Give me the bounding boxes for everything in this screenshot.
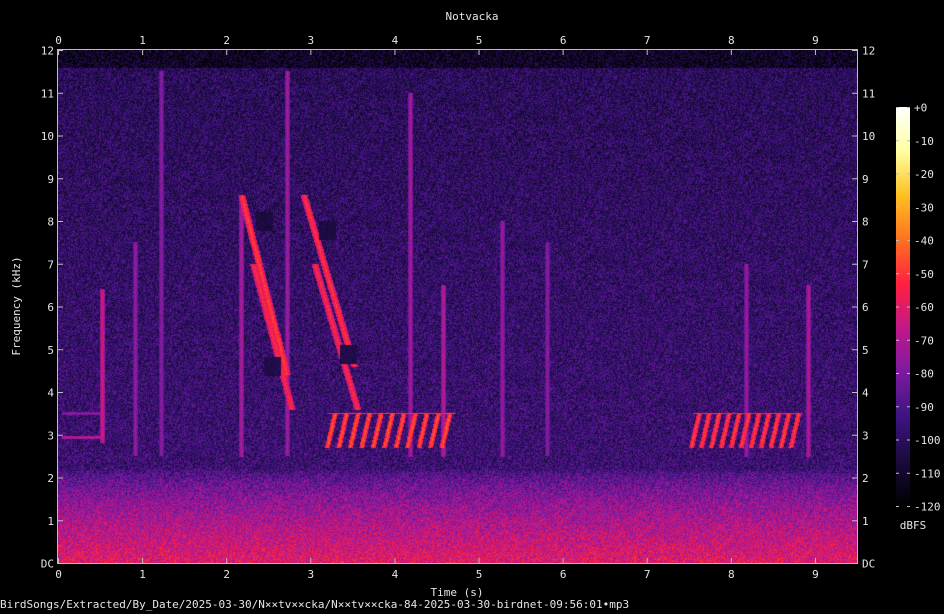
- y-tick-label-right: 6: [862, 301, 869, 314]
- x-tick-label-top: 0: [55, 34, 62, 47]
- y-tick-label-right: 9: [862, 173, 869, 186]
- x-tick-label-top: 9: [812, 34, 819, 47]
- y-tick-label-right: 5: [862, 344, 869, 357]
- spectrogram-chart: 00112233445566778899DC DC1 12 23 34 45 56 67 78 8…: [0, 0, 944, 611]
- x-tick-label-bottom: 7: [644, 568, 651, 581]
- x-tick-label-bottom: 5: [476, 568, 483, 581]
- y-tick-label-right: 7: [862, 258, 869, 271]
- colorbar-tick-label: -70: [914, 334, 934, 347]
- x-tick-label-top: 5: [476, 34, 483, 47]
- x-tick-label-bottom: 1: [139, 568, 146, 581]
- y-tick-label-left: 9: [47, 173, 54, 186]
- x-tick-label-top: 1: [139, 34, 146, 47]
- spectrogram-plot-area: [58, 50, 857, 563]
- x-tick-label-bottom: 8: [728, 568, 735, 581]
- spectrogram-figure: 0 0 1 1 2 2 3 3 4 4 5 5 6 6 7 7 8 8 9 9 DC DC 1 1 2 2 3 3 4 4 5 5 6 6 7 7 8 8…: [0, 0, 944, 611]
- x-tick-label-bottom: 6: [560, 568, 567, 581]
- colorbar-tick-label: -90: [914, 401, 934, 414]
- x-tick-label-top: 6: [560, 34, 567, 47]
- colorbar-tick-label: -10: [914, 135, 934, 148]
- y-tick-label-left: 5: [47, 344, 54, 357]
- spectrogram-image: [58, 50, 857, 563]
- colorbar-tick-label: -120: [914, 501, 941, 514]
- y-tick-label-right: 4: [862, 387, 869, 400]
- y-tick-label-left: 8: [47, 216, 54, 229]
- colorbar-tick-label: -20: [914, 168, 934, 181]
- x-tick-label-bottom: 3: [308, 568, 315, 581]
- y-tick-label-right: 10: [862, 130, 875, 143]
- y-tick-label-left: 2: [47, 472, 54, 485]
- colorbar-tick-label: -30: [914, 201, 934, 214]
- y-tick-label-left: 7: [47, 258, 54, 271]
- y-tick-label-right: 1: [862, 515, 869, 528]
- x-tick-label-bottom: 4: [392, 568, 399, 581]
- y-tick-label-left: 12: [41, 45, 54, 58]
- x-tick-label-top: 8: [728, 34, 735, 47]
- x-tick-label-top: 2: [223, 34, 230, 47]
- colorbar-tick-label: -60: [914, 301, 934, 314]
- chart-title: Notvacka: [446, 10, 499, 23]
- colorbar-tick-label: -80: [914, 368, 934, 381]
- x-tick-label-top: 4: [392, 34, 399, 47]
- x-tick-label-top: 7: [644, 34, 651, 47]
- x-tick-label-bottom: 2: [223, 568, 230, 581]
- y-tick-label-right: 8: [862, 216, 869, 229]
- colorbar-tick-label: +0: [914, 102, 927, 115]
- y-tick-label-left: DC: [41, 558, 54, 571]
- y-tick-label-right: 2: [862, 472, 869, 485]
- y-tick-label-left: 6: [47, 301, 54, 314]
- y-axis-label: Frequency (kHz): [10, 256, 23, 355]
- y-tick-label-left: 10: [41, 130, 54, 143]
- y-tick-label-right: 11: [862, 87, 875, 100]
- y-tick-label-right: DC: [862, 558, 875, 571]
- y-tick-label-left: 11: [41, 87, 54, 100]
- colorbar-tick-label: -40: [914, 235, 934, 248]
- x-tick-label-bottom: 9: [812, 568, 819, 581]
- y-tick-label-right: 12: [862, 45, 875, 58]
- y-tick-label-left: 1: [47, 515, 54, 528]
- x-tick-label-bottom: 0: [55, 568, 62, 581]
- y-tick-label-left: 3: [47, 429, 54, 442]
- x-tick-label-top: 3: [308, 34, 315, 47]
- colorbar-tick-label: -50: [914, 268, 934, 281]
- colorbar-label: dBFS: [900, 519, 927, 532]
- y-tick-label-right: 3: [862, 429, 869, 442]
- colorbar-tick-label: -110: [914, 467, 941, 480]
- colorbar-tick-label: -100: [914, 434, 941, 447]
- file-path-caption: BirdSongs/Extracted/By_Date/2025-03-30/N…: [0, 598, 629, 611]
- y-tick-label-left: 4: [47, 387, 54, 400]
